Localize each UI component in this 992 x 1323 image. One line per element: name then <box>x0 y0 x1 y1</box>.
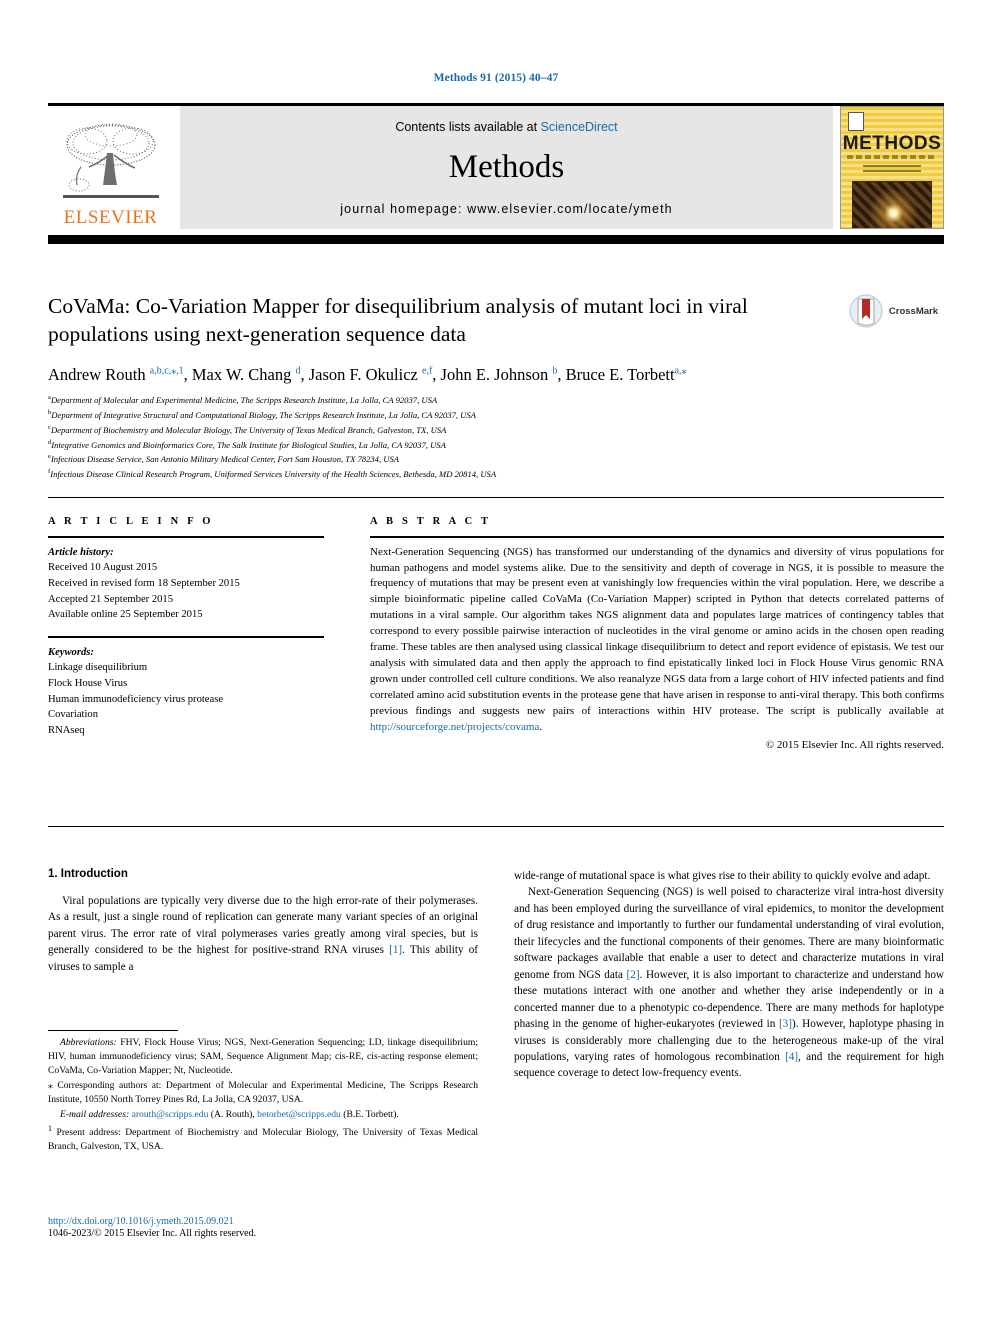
abstract-copyright: © 2015 Elsevier Inc. All rights reserved… <box>765 738 944 751</box>
footnote-corresponding-text: Corresponding authors at: Department of … <box>48 1080 478 1106</box>
affiliation-list: aDepartment of Molecular and Experimenta… <box>48 393 944 482</box>
article-history: Article history: Received 10 August 2015… <box>48 545 324 623</box>
keyword-item: Linkage disequilibrium <box>48 662 148 674</box>
keywords-label: Keywords: <box>48 646 94 658</box>
cover-editor-bar <box>863 164 921 175</box>
footnote-abbrev-label: Abbreviations: <box>60 1037 117 1049</box>
citation-ref-3[interactable]: [3] <box>779 1018 792 1030</box>
article-history-items: Received 10 August 2015 Received in revis… <box>48 560 324 623</box>
covama-sourceforge-link[interactable]: http://sourceforge.net/projects/covama <box>370 721 539 733</box>
article-history-item: Received in revised form 18 September 20… <box>48 577 240 589</box>
sciencedirect-link[interactable]: ScienceDirect <box>541 120 618 134</box>
citation-ref-2[interactable]: [2] <box>627 969 640 981</box>
author-list: Andrew Routh a,b,c,⁎,1, Max W. Chang d, … <box>48 364 687 384</box>
section-heading-introduction: 1. Introduction <box>48 868 128 880</box>
article-history-item: Available online 25 September 2015 <box>48 609 203 621</box>
journal-cover-thumbnail: METHODS <box>840 105 944 229</box>
page-footer: http://dx.doi.org/10.1016/j.ymeth.2015.0… <box>48 1216 478 1239</box>
column-gap <box>324 516 370 751</box>
citation-ref-4[interactable]: [4] <box>785 1051 798 1063</box>
keywords-block: Keywords: Linkage disequilibrium Flock Ho… <box>48 645 324 739</box>
cover-journal-title: METHODS <box>842 132 942 154</box>
affiliation-item: fInfectious Disease Clinical Research Pr… <box>48 467 944 482</box>
elsevier-wordmark: ELSEVIER <box>63 206 158 228</box>
keyword-item: Flock House Virus <box>48 677 128 689</box>
affiliation-item: dIntegrative Genomics and Bioinformatics… <box>48 438 944 453</box>
paragraph-intro-1: Viral populations are typically very div… <box>48 893 478 975</box>
keywords-items: Linkage disequilibrium Flock House Virus H… <box>48 660 324 738</box>
article-history-label: Article history: <box>48 546 114 558</box>
keyword-item: RNAseq <box>48 724 85 736</box>
crossmark-icon <box>849 294 883 328</box>
cover-subtitle-bar <box>847 154 937 159</box>
email-link-torbett[interactable]: betorbet@scripps.edu <box>257 1109 341 1120</box>
body-right-column: wide-range of mutational space is what g… <box>514 868 944 1082</box>
journal-title: Methods <box>448 149 565 185</box>
banner-center: Contents lists available at ScienceDirec… <box>180 105 833 229</box>
article-history-item: Received 10 August 2015 <box>48 562 158 574</box>
footnote-abbreviations: Abbreviations: FHV, Flock House Virus; N… <box>48 1036 478 1078</box>
abstract-body-before-link: Next-Generation Sequencing (NGS) has tra… <box>370 545 944 717</box>
affiliation-text: Infectious Disease Clinical Research Pro… <box>50 468 497 479</box>
cover-artwork <box>852 180 932 228</box>
abstract-heading: A B S T R A C T <box>370 516 492 527</box>
paragraph-right-2: Next-Generation Sequencing (NGS) is well… <box>514 884 944 1081</box>
paragraph-right-2-part-a: Next-Generation Sequencing (NGS) is well… <box>514 886 944 981</box>
affiliation-text: Integrative Genomics and Bioinformatics … <box>51 439 446 450</box>
paragraph-right-1: wide-range of mutational space is what g… <box>514 870 931 882</box>
affiliation-text: Infectious Disease Service, San Antonio … <box>50 454 400 465</box>
contents-prefix: Contents lists available at <box>395 119 541 134</box>
info-top-rule <box>48 497 944 498</box>
affiliation-item: eInfectious Disease Service, San Antonio… <box>48 452 944 467</box>
abstract-bottom-rule <box>48 826 944 827</box>
issn-copyright: 1046-2023/© 2015 Elsevier Inc. All right… <box>48 1228 257 1239</box>
keyword-item: Covariation <box>48 709 99 721</box>
footnote-block: Abbreviations: FHV, Flock House Virus; N… <box>48 1030 478 1155</box>
footnote-email-1-owner: (A. Routh), <box>208 1108 258 1120</box>
affiliation-text: Department of Integrative Structural and… <box>51 409 476 420</box>
citation-ref-1[interactable]: [1] <box>389 944 402 956</box>
keyword-item: Human immunodeficiency virus protease <box>48 693 224 705</box>
running-head: Methods 91 (2015) 40–47 <box>433 72 559 84</box>
affiliation-item: bDepartment of Integrative Structural an… <box>48 408 944 423</box>
page-title: CoVaMa: Co-Variation Mapper for disequil… <box>48 294 748 347</box>
affiliation-text: Department of Molecular and Experimental… <box>50 395 438 406</box>
paper-page: Methods 91 (2015) 40–47 ELSEVIER Content… <box>0 0 992 1323</box>
footnote-corresponding: ⁎ Corresponding authors at: Department o… <box>48 1079 478 1107</box>
article-history-item: Accepted 21 September 2015 <box>48 593 174 605</box>
footnote-email-2-owner: (B.E. Torbett). <box>340 1108 399 1120</box>
affiliation-text: Department of Biochemistry and Molecular… <box>50 424 447 435</box>
footnote-emails: E-mail addresses: arouth@scripps.edu (A.… <box>48 1108 478 1122</box>
journal-banner: ELSEVIER Contents lists available at Sci… <box>48 103 944 244</box>
footnote-email-label: E-mail addresses: <box>60 1108 130 1120</box>
crossmark-badge[interactable]: CrossMark <box>849 294 938 328</box>
title-block: CoVaMa: Co-Variation Mapper for disequil… <box>48 292 944 482</box>
crossmark-label: CrossMark <box>888 305 938 317</box>
footnote-present-text: Present address: Department of Biochemis… <box>48 1127 478 1152</box>
contents-available-line: Contents lists available at ScienceDirec… <box>395 120 617 134</box>
abstract-text: Next-Generation Sequencing (NGS) has tra… <box>370 545 944 736</box>
article-info-column: A R T I C L E I N F O Article history: R… <box>48 516 324 751</box>
abstract-rule <box>370 536 944 538</box>
banner-bottom-rule <box>48 234 944 244</box>
cover-badge-icon <box>848 111 864 131</box>
email-link-routh[interactable]: arouth@scripps.edu <box>132 1109 209 1120</box>
journal-homepage[interactable]: journal homepage: www.elsevier.com/locat… <box>340 202 672 216</box>
keywords-rule <box>48 635 324 638</box>
abstract-body-after-link: . <box>539 720 543 733</box>
footnote-rule <box>48 1030 178 1032</box>
affiliation-item: cDepartment of Biochemistry and Molecula… <box>48 423 944 438</box>
footnote-present-address: 1 Present address: Department of Biochem… <box>48 1123 478 1154</box>
article-info-rule <box>48 536 324 538</box>
info-abstract-region: A R T I C L E I N F O Article history: R… <box>48 516 944 751</box>
affiliation-item: aDepartment of Molecular and Experimenta… <box>48 393 944 408</box>
abstract-column: A B S T R A C T Next-Generation Sequenci… <box>370 516 944 751</box>
doi-link[interactable]: http://dx.doi.org/10.1016/j.ymeth.2015.0… <box>48 1216 478 1227</box>
elsevier-tree-icon <box>62 123 159 198</box>
elsevier-logo: ELSEVIER <box>48 105 173 229</box>
body-column-gap <box>478 868 514 1082</box>
article-info-heading: A R T I C L E I N F O <box>48 516 214 527</box>
